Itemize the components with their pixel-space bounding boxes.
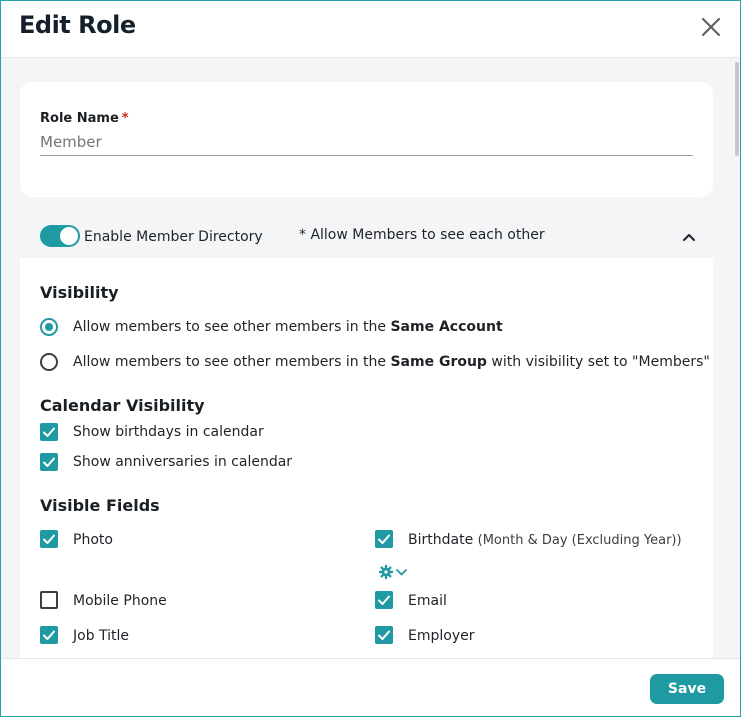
dialog-header: Edit Role [1,1,740,58]
dialog-title: Edit Role [19,11,136,39]
photo-checkbox[interactable] [40,530,58,548]
birthdate-label: Birthdate (Month & Day (Excluding Year)) [408,532,682,548]
employer-checkbox[interactable] [375,626,393,644]
birthdate-note: (Month & Day (Excluding Year)) [477,533,682,548]
show-anniversaries-label: Show anniversaries in calendar [73,454,293,470]
required-mark: * [121,111,129,126]
scrollbar-thumb[interactable] [735,62,739,156]
role-name-label: Role Name * [40,111,129,126]
close-icon[interactable] [699,15,723,39]
scrollbar[interactable] [734,58,740,658]
job-title-checkbox[interactable] [40,626,58,644]
employer-label: Employer [408,628,475,644]
show-anniversaries-checkbox[interactable] [40,453,58,471]
chevron-up-icon[interactable] [681,229,697,243]
edit-role-dialog: Edit Role Role Name* Enable Member Direc… [0,0,741,717]
photo-label: Photo [73,532,113,548]
mobile-phone-checkbox[interactable] [40,591,58,609]
show-birthdays-checkbox[interactable] [40,423,58,441]
calendar-visibility-title: Calendar Visibility [40,396,205,415]
visibility-same-group-label: Allow members to see other members in th… [73,354,710,370]
role-name-card: Role Name * [20,82,713,197]
visibility-same-account-radio[interactable] [40,318,58,336]
member-directory-header: Enable Member Directory * Allow Members … [20,214,713,258]
show-birthdays-label: Show birthdays in calendar [73,424,264,440]
visible-fields-title: Visible Fields [40,496,160,515]
toggle-knob [60,227,78,245]
visibility-same-group-radio[interactable] [40,353,58,371]
gear-icon[interactable] [378,564,412,580]
mobile-phone-label: Mobile Phone [73,593,167,609]
dialog-body: Role Name* Enable Member Directory * All… [1,58,740,658]
member-directory-card: Enable Member Directory * Allow Members … [20,214,713,658]
email-checkbox[interactable] [375,591,393,609]
email-label: Email [408,593,447,609]
visibility-same-account-label: Allow members to see other members in th… [73,319,503,335]
visibility-title: Visibility [40,283,119,302]
job-title-label: Job Title [73,628,130,644]
birthdate-checkbox[interactable] [375,530,393,548]
allow-members-note: * Allow Members to see each other [299,227,545,243]
enable-directory-label: Enable Member Directory [84,229,263,245]
enable-directory-toggle[interactable] [40,225,80,247]
role-name-input[interactable] [40,129,693,156]
save-button[interactable]: Save [650,674,724,704]
dialog-footer: Save [1,658,740,716]
